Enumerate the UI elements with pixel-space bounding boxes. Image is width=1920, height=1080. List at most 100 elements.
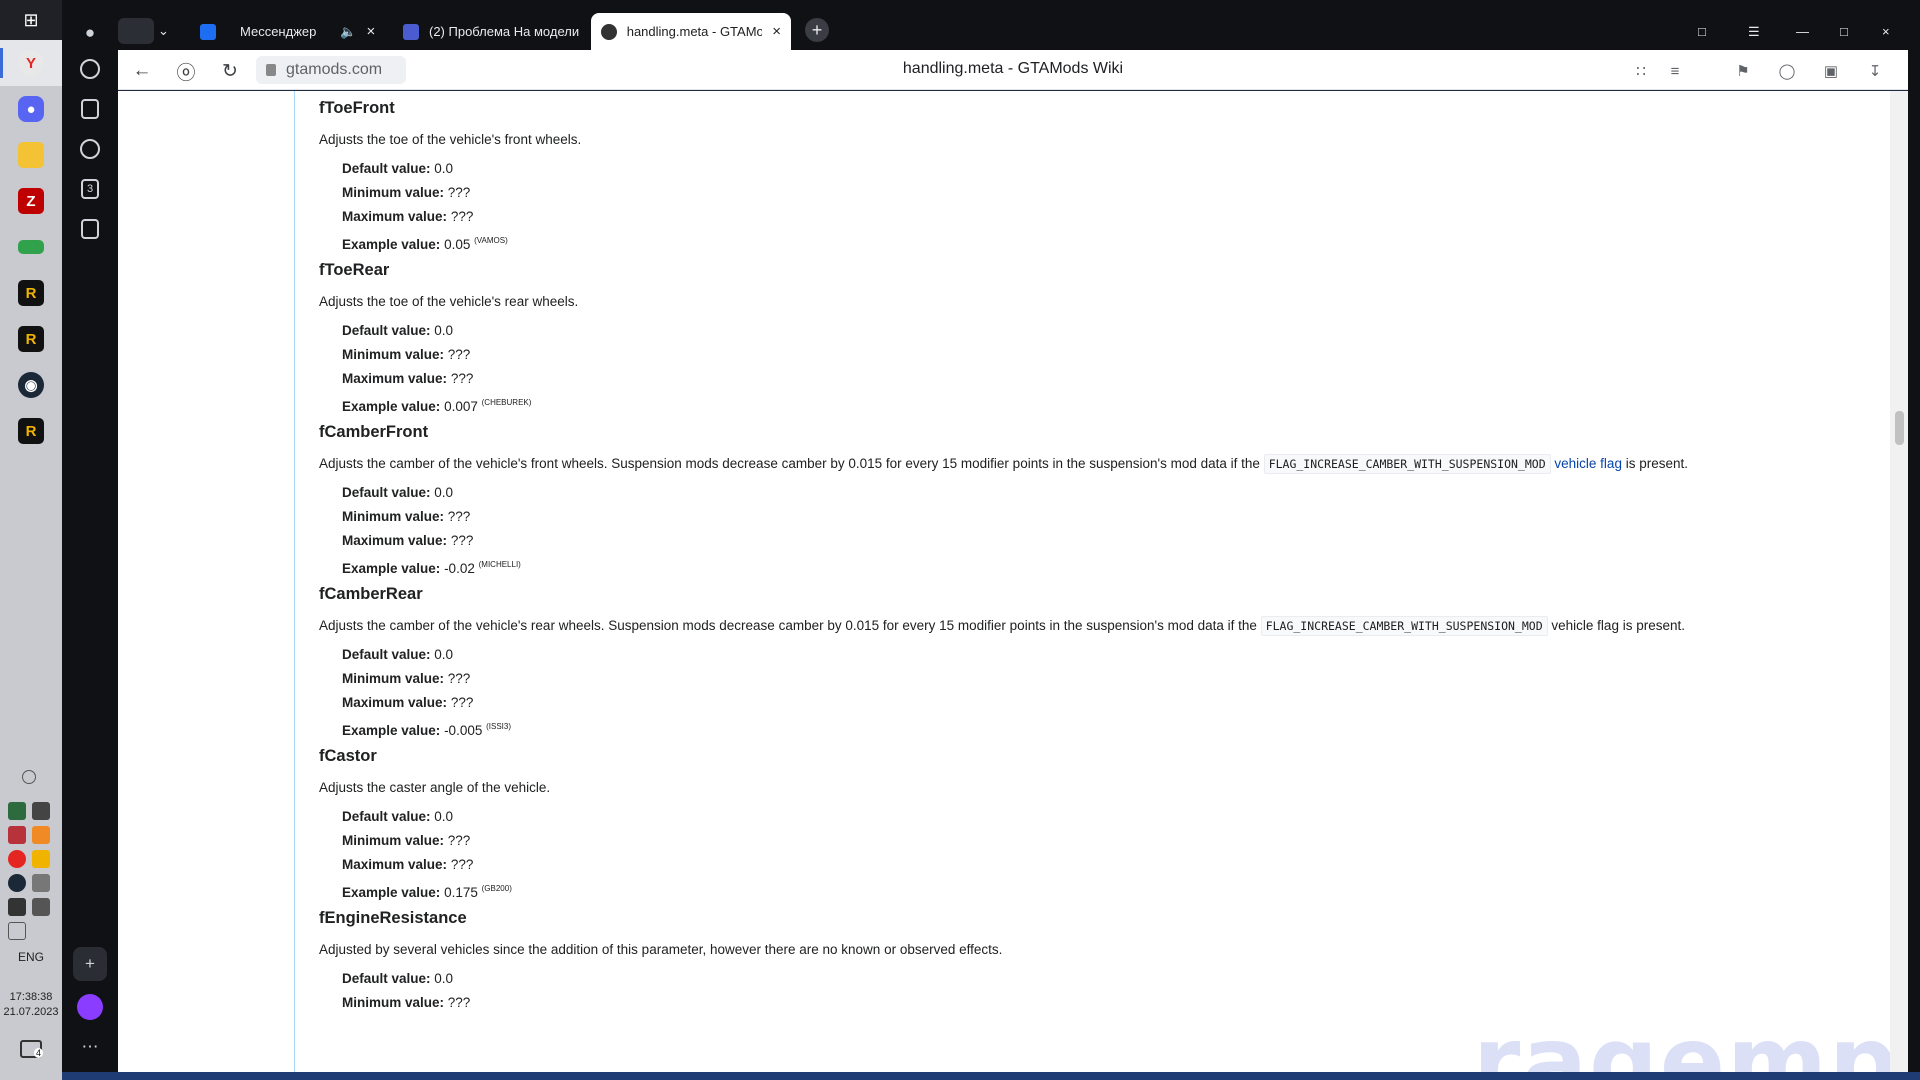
taskbar-app-filezilla[interactable]: Z — [0, 178, 62, 224]
minimum-label: Minimum value: — [342, 509, 444, 524]
tray-rage-mp-icon[interactable] — [32, 850, 50, 868]
default-value: 0.0 — [434, 809, 453, 824]
value-list: Default value: 0.0 Minimum value: ??? Ma… — [319, 805, 1859, 901]
chevron-down-icon[interactable]: ⌄ — [158, 23, 169, 39]
reader-mode-icon[interactable]: ≡ — [1662, 58, 1688, 84]
minimum-label: Minimum value: — [342, 995, 444, 1010]
lock-icon — [266, 64, 276, 76]
clock-date: 21.07.2023 — [0, 1005, 62, 1020]
example-label: Example value: — [342, 723, 440, 738]
tab-messenger[interactable]: Мессенджер 🔈 × — [200, 13, 375, 50]
tray-app-icon[interactable] — [8, 826, 26, 844]
browser-toolbar: ← ⓞ ↻ gtamods.com handling.meta - GTAMod… — [118, 50, 1908, 90]
history-icon[interactable] — [73, 52, 107, 86]
taskbar-app-rage-mp-3[interactable]: R — [0, 408, 62, 454]
screenshot-icon[interactable] — [73, 212, 107, 246]
taskbar-app-discord[interactable]: ● — [0, 86, 62, 132]
tab-label: handling.meta - GTAMods — [627, 24, 763, 39]
add-panel-button[interactable]: + — [73, 947, 107, 981]
bookmark-icon[interactable]: ⚑ — [1730, 58, 1756, 84]
audio-group-button[interactable] — [118, 18, 154, 44]
example-value: -0.005 — [444, 723, 482, 738]
taskbar-app-rage-mp-1[interactable]: R — [0, 270, 62, 316]
tab-handling-meta[interactable]: handling.meta - GTAMods × — [591, 13, 791, 50]
windows-start-button[interactable]: ⊞ — [0, 0, 62, 40]
people-icon[interactable] — [22, 770, 36, 784]
taskbar-app-steam[interactable]: ◉ — [0, 362, 62, 408]
example-vehicle: (ISSI3) — [486, 722, 511, 731]
scrollbar-thumb[interactable] — [1895, 411, 1904, 445]
value-list: Default value: 0.0 Minimum value: ??? Ma… — [319, 643, 1859, 739]
example-value: 0.175 — [444, 885, 478, 900]
tab-label: Мессенджер — [240, 24, 316, 39]
yandex-home-icon[interactable]: ⓞ — [173, 58, 199, 84]
tray-mail-icon[interactable] — [32, 802, 50, 820]
forum-favicon — [403, 24, 419, 40]
video-icon[interactable] — [73, 132, 107, 166]
page-scrollbar[interactable] — [1890, 91, 1908, 1072]
speaker-icon[interactable]: 🔈 — [340, 24, 356, 40]
default-label: Default value: — [342, 485, 431, 500]
steam-icon: ◉ — [18, 372, 44, 398]
taskbar-app-file-explorer[interactable] — [0, 132, 62, 178]
collections-icon[interactable] — [73, 92, 107, 126]
notification-center-icon[interactable]: 4 — [20, 1040, 42, 1058]
filezilla-icon: Z — [18, 188, 44, 214]
menu-icon[interactable]: ☰ — [1748, 13, 1760, 50]
profile-icon[interactable]: ● — [73, 16, 107, 50]
tray-network-icon[interactable] — [32, 898, 50, 916]
maximum-label: Maximum value: — [342, 209, 447, 224]
example-label: Example value: — [342, 561, 440, 576]
vpn-globe-icon[interactable]: ◯ — [1774, 58, 1800, 84]
back-icon[interactable]: ← — [129, 58, 155, 84]
close-icon[interactable]: × — [367, 23, 376, 40]
reload-icon[interactable]: ↻ — [217, 58, 243, 84]
windows-logo-icon: ⊞ — [23, 10, 38, 31]
tray-microphone-icon[interactable] — [8, 898, 26, 916]
bookmarks-icon[interactable]: □ — [1698, 13, 1706, 50]
minimize-button[interactable]: — — [1796, 13, 1809, 50]
tabs-count-icon[interactable]: 3 — [73, 172, 107, 206]
more-icon[interactable]: ⋯ — [73, 1030, 107, 1064]
close-icon[interactable]: × — [772, 23, 781, 40]
window-bottom-edge — [62, 1072, 1920, 1080]
flag-code: FLAG_INCREASE_CAMBER_WITH_SUSPENSION_MOD — [1264, 454, 1551, 474]
downloads-icon[interactable]: ↧ — [1862, 58, 1888, 84]
tray-app-icon[interactable] — [32, 826, 50, 844]
new-tab-button[interactable]: + — [805, 18, 829, 42]
default-value: 0.0 — [434, 485, 453, 500]
tray-yandex-icon[interactable] — [8, 850, 26, 868]
maximum-value: ??? — [451, 695, 474, 710]
tab-group-controls: ⌄ — [118, 14, 176, 48]
tray-steam-icon[interactable] — [8, 874, 26, 892]
taskbar-app-green-tool[interactable] — [0, 224, 62, 270]
vehicle-flag-link[interactable]: vehicle flag — [1554, 456, 1622, 471]
extensions-icon[interactable]: ∷ — [1628, 58, 1654, 84]
maximize-button[interactable]: □ — [1840, 13, 1848, 50]
maximum-label: Maximum value: — [342, 695, 447, 710]
example-value: 0.05 — [444, 237, 470, 252]
translate-icon[interactable]:  — [1694, 58, 1720, 84]
section-heading: fCastor — [319, 747, 1859, 769]
language-indicator[interactable]: ENG — [0, 950, 62, 964]
address-bar[interactable]: gtamods.com — [256, 56, 406, 84]
tray-usb-icon[interactable] — [32, 874, 50, 892]
windows-taskbar: ⊞ Y ● Z R R ◉ R ENG 17:38:38 21.07.2023 … — [0, 0, 62, 1080]
close-window-button[interactable]: × — [1882, 13, 1890, 50]
section-description: Adjusts the camber of the vehicle's rear… — [319, 617, 1859, 635]
taskbar-app-rage-mp-2[interactable]: R — [0, 316, 62, 362]
example-vehicle: (MICHELLI) — [479, 560, 521, 569]
taskbar-app-yandex-browser[interactable]: Y — [0, 40, 62, 86]
tray-app-icon[interactable] — [8, 802, 26, 820]
page-viewport[interactable]: fToeFront Adjusts the toe of the vehicle… — [118, 91, 1890, 1072]
minimum-value: ??? — [448, 509, 471, 524]
system-tray — [8, 770, 56, 784]
rage-mp-icon: R — [18, 326, 44, 352]
clock[interactable]: 17:38:38 21.07.2023 — [0, 990, 62, 1020]
default-value: 0.0 — [434, 323, 453, 338]
tray-icons — [8, 802, 56, 940]
alice-assistant-icon[interactable] — [73, 990, 107, 1024]
watermark: ragemp.pro — [1473, 1006, 1890, 1072]
collections-icon[interactable]: ▣ — [1818, 58, 1844, 84]
tray-volume-icon[interactable] — [8, 922, 26, 940]
